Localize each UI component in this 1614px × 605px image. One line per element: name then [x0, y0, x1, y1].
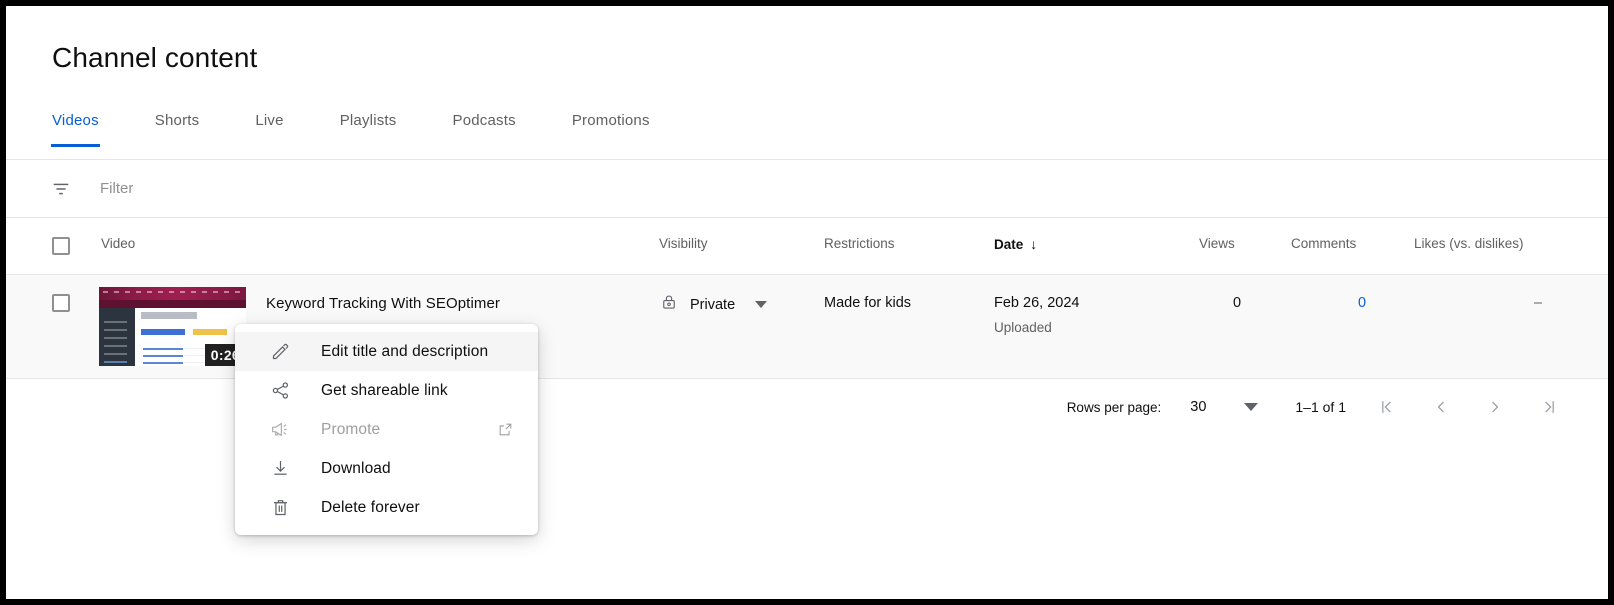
menu-item-label: Download [321, 460, 391, 478]
column-header-views[interactable]: Views [1199, 236, 1235, 251]
thumbnail-browser-bar [99, 287, 246, 300]
menu-item-download[interactable]: Download [235, 449, 538, 488]
visibility-selector[interactable]: Private [660, 293, 767, 316]
date-value: Feb 26, 2024 [994, 295, 1079, 311]
pagination-range: 1–1 of 1 [1295, 399, 1346, 415]
column-header-likes[interactable]: Likes (vs. dislikes) [1414, 236, 1524, 251]
tab-live[interactable]: Live [255, 112, 283, 147]
table-header: Video Visibility Restrictions Date ↓ View… [6, 218, 1608, 275]
filter-icon[interactable] [48, 176, 74, 202]
filter-bar: Filter [6, 160, 1608, 217]
column-header-video[interactable]: Video [101, 236, 135, 251]
row-select-checkbox[interactable] [52, 294, 70, 312]
visibility-value: Private [690, 297, 735, 313]
tab-playlists[interactable]: Playlists [340, 112, 397, 147]
tab-podcasts[interactable]: Podcasts [453, 112, 516, 147]
rows-per-page-chevron-down-icon[interactable] [1244, 403, 1258, 411]
menu-item-edit-title-and-description[interactable]: Edit title and description [235, 332, 538, 371]
select-all-checkbox[interactable] [52, 237, 70, 255]
download-icon [268, 457, 292, 481]
menu-item-label: Get shareable link [321, 382, 448, 400]
column-header-date-label: Date [994, 237, 1023, 252]
sort-descending-icon: ↓ [1030, 236, 1037, 252]
rows-per-page-label: Rows per page: [1067, 400, 1162, 415]
column-header-visibility[interactable]: Visibility [659, 236, 708, 251]
menu-item-delete-forever[interactable]: Delete forever [235, 488, 538, 527]
page-title: Channel content [52, 42, 257, 74]
thumbnail-url-bar [99, 300, 246, 308]
tab-promotions[interactable]: Promotions [572, 112, 650, 147]
date-status: Uploaded [994, 320, 1052, 335]
menu-item-label: Promote [321, 421, 380, 439]
likes-value: – [1534, 295, 1542, 311]
chevron-down-icon[interactable] [755, 301, 767, 308]
share-icon [268, 379, 292, 403]
tab-shorts[interactable]: Shorts [155, 112, 200, 147]
previous-page-icon[interactable] [1428, 394, 1454, 420]
menu-item-label: Delete forever [321, 499, 420, 517]
views-value: 0 [1233, 295, 1241, 311]
video-options-context-menu: Edit title and description Get shareable… [235, 324, 538, 535]
menu-item-promote: Promote [235, 410, 538, 449]
restrictions-value: Made for kids [824, 295, 911, 311]
menu-item-label: Edit title and description [321, 343, 488, 361]
lock-icon [660, 293, 678, 316]
last-page-icon[interactable] [1536, 394, 1562, 420]
youtube-studio-content-page: Channel content Videos Shorts Live Playl… [6, 6, 1608, 599]
comments-value[interactable]: 0 [1358, 295, 1366, 311]
column-header-restrictions[interactable]: Restrictions [824, 236, 895, 251]
pencil-icon [268, 340, 292, 364]
column-header-comments[interactable]: Comments [1291, 236, 1356, 251]
external-link-icon [497, 421, 514, 438]
tab-videos[interactable]: Videos [52, 112, 99, 147]
filter-input[interactable]: Filter [100, 180, 133, 197]
next-page-icon[interactable] [1482, 394, 1508, 420]
column-header-date[interactable]: Date ↓ [994, 236, 1037, 252]
megaphone-icon [268, 418, 292, 442]
video-thumbnail[interactable]: 0:26 [99, 287, 246, 366]
trash-icon [268, 496, 292, 520]
rows-per-page-value[interactable]: 30 [1190, 399, 1206, 415]
video-title[interactable]: Keyword Tracking With SEOptimer [266, 295, 500, 312]
menu-item-get-shareable-link[interactable]: Get shareable link [235, 371, 538, 410]
first-page-icon[interactable] [1374, 394, 1400, 420]
thumbnail-sidebar [99, 308, 135, 366]
content-tabs: Videos Shorts Live Playlists Podcasts Pr… [52, 112, 706, 147]
